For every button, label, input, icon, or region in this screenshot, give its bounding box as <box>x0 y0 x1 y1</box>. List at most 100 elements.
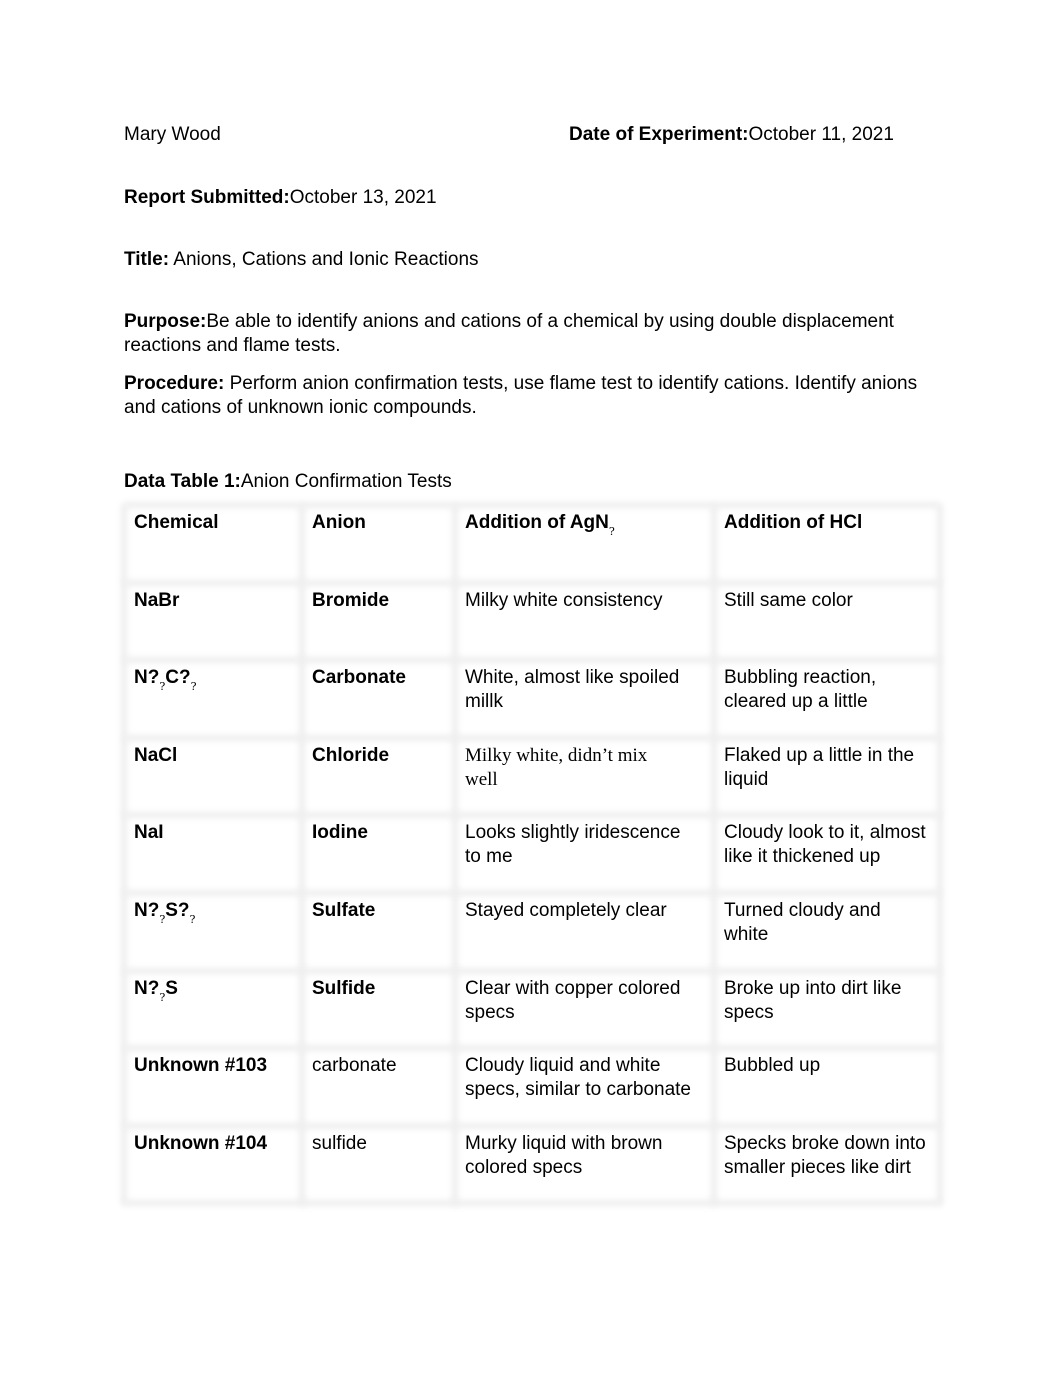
cell-anion: carbonate <box>312 1055 397 1077</box>
cell-line: like it thickened up <box>724 846 881 868</box>
cell-line: White, almost like spoiled <box>465 667 680 689</box>
cell-chemical: NaI <box>134 821 164 845</box>
cell-line: liquid <box>724 768 769 790</box>
grid-line-horizontal <box>124 967 940 974</box>
cell-line: Flaked up a little in the <box>724 744 915 766</box>
grid-line-horizontal <box>124 579 940 586</box>
text-segment: ? <box>608 525 615 538</box>
cell-line: specs <box>724 1001 774 1023</box>
cell-hcl: Flaked up a little in the liquid <box>724 744 914 792</box>
cell-line: to me <box>465 846 513 868</box>
procedure-label: Procedure: <box>124 373 225 394</box>
grid-line-horizontal <box>124 812 940 819</box>
cell-line: Specks broke down into <box>724 1132 926 1154</box>
cell-line: well <box>465 768 498 790</box>
purpose-text-cont: reactions and flame tests. <box>124 335 341 356</box>
text-segment: N? <box>134 667 160 689</box>
cell-hcl: Turned cloudy and white <box>724 899 881 947</box>
grid-line-horizontal <box>124 502 940 508</box>
cell-line: Looks slightly iridescence <box>465 822 681 844</box>
text-segment: NaI <box>134 822 164 844</box>
text-segment: NaCl <box>134 744 178 766</box>
cell-agno3: Looks slightly iridescence to me <box>465 821 680 869</box>
cell-anion: Sulfate <box>312 900 376 921</box>
author-name: Mary Wood <box>124 124 221 145</box>
cell-line: Stayed completely clear <box>465 900 667 921</box>
procedure-section: Procedure: Perform anion confirmation te… <box>124 372 917 420</box>
cell-anion: Sulfide <box>312 977 376 999</box>
cell-chemical: N??C?? <box>134 666 196 699</box>
cell-agno3: Clear with copper colored specs <box>465 977 680 1025</box>
cell-line: Cloudy liquid and white <box>465 1055 661 1077</box>
cell-line: millk <box>465 691 503 713</box>
cell-line: Bubbled up <box>724 1055 821 1077</box>
cell-anion: sulfide <box>312 1132 367 1154</box>
text-segment: Anion <box>312 512 366 533</box>
cell-agno3: Milky white consistency <box>465 589 662 613</box>
procedure-text: Perform anion confirmation tests, use fl… <box>229 373 918 394</box>
text-segment: NaBr <box>134 589 180 611</box>
text-segment: N? <box>134 900 160 921</box>
grid-line-vertical <box>121 505 127 1205</box>
cell-line: Milky white consistency <box>465 589 663 611</box>
title-label: Title: <box>124 249 170 270</box>
cell-line: colored specs <box>465 1156 583 1178</box>
report-title: Title: Anions, Cations and Ionic Reactio… <box>124 249 479 271</box>
cell-hcl: Specks broke down into smaller pieces lik… <box>724 1132 926 1180</box>
document-page: Mary Wood Date of Experiment:October 11,… <box>0 0 1062 1377</box>
header-agno3: Addition of AgN? <box>465 511 615 544</box>
cell-anion: Chloride <box>312 744 390 766</box>
cell-line: Cloudy look to it, almost <box>724 822 926 844</box>
caption-label: Data Table 1: <box>124 471 241 492</box>
cell-line: Clear with copper colored <box>465 977 681 999</box>
text-segment: S? <box>165 900 190 921</box>
header-hcl: Addition of HCl <box>724 511 862 535</box>
text-segment: C? <box>165 667 191 689</box>
procedure-text-cont: and cations of unknown ionic compounds. <box>124 397 477 418</box>
cell-hcl: Cloudy look to it, almost like it thicken… <box>724 821 926 869</box>
text-segment: ? <box>190 680 197 694</box>
cell-agno3: Stayed completely clear <box>465 899 667 923</box>
cell-chemical: NaBr <box>134 589 179 613</box>
grid-line-vertical <box>452 505 458 1205</box>
date-value: October 11, 2021 <box>748 124 894 145</box>
cell-line: Turned cloudy and <box>724 900 881 921</box>
grid-line-vertical <box>711 505 717 1205</box>
header-chemical: Chemical <box>134 511 218 535</box>
text-segment: Addition of HCl <box>724 512 863 533</box>
grid-line-vertical <box>299 505 305 1205</box>
submitted-label: Report Submitted: <box>124 187 290 208</box>
cell-line: Still same color <box>724 589 853 611</box>
header-anion: Anion <box>312 511 366 535</box>
cell-anion: Iodine <box>312 822 368 844</box>
cell-line: cleared up a little <box>724 691 868 713</box>
cell-anion: Bromide <box>312 589 390 611</box>
cell-line: Broke up into dirt like <box>724 977 902 999</box>
text-segment: S <box>165 977 178 999</box>
grid-line-horizontal <box>124 890 940 896</box>
title-value: Anions, Cations and Ionic Reactions <box>173 249 479 270</box>
purpose-label: Purpose: <box>124 311 207 332</box>
text-segment: Unknown #104 <box>134 1132 268 1154</box>
cell-agno3: Milky white, didn’t mix well <box>465 744 647 792</box>
cell-line: Bubbling reaction, <box>724 667 877 689</box>
cell-chemical: N??S?? <box>134 899 195 932</box>
cell-line: Murky liquid with brown <box>465 1132 663 1154</box>
caption-text: Anion Confirmation Tests <box>240 471 452 492</box>
purpose-text: Be able to identify anions and cations o… <box>206 311 894 332</box>
grid-line-horizontal <box>124 657 940 664</box>
cell-line: Milky white, didn’t mix <box>465 744 648 766</box>
cell-hcl: Still same color <box>724 589 853 613</box>
cell-hcl: Bubbled up <box>724 1054 820 1078</box>
cell-hcl: Broke up into dirt like specs <box>724 977 901 1025</box>
cell-line: specs <box>465 1001 515 1023</box>
text-segment: Addition of AgN <box>465 512 609 533</box>
cell-agno3: Cloudy liquid and white specs, similar to… <box>465 1054 691 1102</box>
cell-line: specs, similar to carbonate <box>465 1079 691 1101</box>
submitted-value: October 13, 2021 <box>289 187 437 208</box>
experiment-date: Date of Experiment:October 11, 2021 <box>569 124 894 146</box>
text-segment: Unknown #103 <box>134 1055 268 1077</box>
cell-line: smaller pieces like dirt <box>724 1156 911 1178</box>
grid-line-horizontal <box>124 734 940 741</box>
grid-line-horizontal <box>124 1045 940 1052</box>
